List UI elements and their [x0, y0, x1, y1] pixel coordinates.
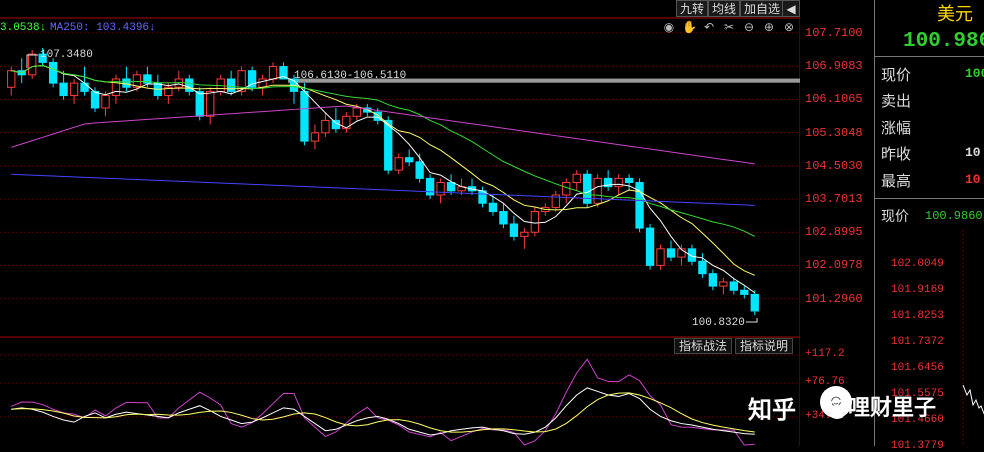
zoom-out-icon[interactable]: ⊖ — [742, 20, 756, 34]
candle-body — [499, 211, 508, 225]
candle-body — [645, 227, 655, 266]
candle-body — [436, 182, 445, 196]
candle-body — [394, 157, 403, 171]
candle-body — [509, 223, 519, 237]
mini-price-value: 100.9860 — [925, 209, 983, 223]
candlestick-chart[interactable]: 107.3480 106.6130-106.5110 100.8320 — [0, 0, 800, 446]
indicator-strategy-button[interactable]: 指标战法 — [674, 338, 733, 354]
candle-body — [7, 70, 16, 88]
candle-body — [530, 211, 540, 233]
add-watchlist-button[interactable]: 加自选 — [740, 0, 785, 17]
candle-body — [321, 119, 330, 134]
row-label-prevclose: 昨收 — [881, 145, 912, 163]
price-axis-label: 102.0978 — [805, 258, 863, 273]
candle-body — [593, 177, 602, 204]
candle-body — [122, 78, 131, 88]
candle-body — [405, 157, 414, 163]
candle-body — [488, 202, 498, 213]
low-annotation: 100.8320 — [692, 317, 745, 329]
price-axis-label: 103.7013 — [805, 192, 863, 207]
kdj-k-line — [11, 387, 755, 436]
candle-body — [666, 248, 676, 258]
candle-body — [195, 90, 204, 117]
row-label-price: 现价 — [881, 66, 912, 84]
row-value-high: 10 — [965, 172, 981, 187]
candle-body — [614, 177, 623, 188]
row-label-change: 涨幅 — [881, 119, 912, 137]
candle-body — [310, 132, 320, 142]
candle-body — [520, 231, 529, 237]
eye-icon[interactable]: ◉ — [662, 20, 676, 34]
candle-body — [185, 78, 194, 92]
indicator-axis-label: +117.2 — [805, 348, 845, 360]
price-axis-label: 104.5030 — [805, 158, 863, 173]
watermark-site: 知乎 — [748, 396, 796, 424]
candle-body — [572, 173, 581, 184]
candle-body — [69, 82, 79, 97]
candle-body — [750, 293, 759, 312]
jiuzhuan-button[interactable]: 九转 — [676, 0, 709, 17]
range-annotation: 106.6130-106.5110 — [294, 70, 406, 82]
price-axis-label: 106.9083 — [805, 59, 863, 74]
candle-body — [206, 90, 215, 117]
row-value-prevclose: 10 — [965, 145, 981, 160]
close-icon[interactable]: ⊗ — [782, 20, 796, 34]
candle-body — [101, 95, 110, 109]
price-axis-label: 107.7100 — [805, 26, 863, 40]
candle-body — [425, 177, 435, 196]
price-axis-label: 106.1065 — [805, 92, 863, 107]
ma-line-10 — [11, 65, 755, 276]
price-axis-label: 105.3048 — [805, 125, 863, 140]
ma-button[interactable]: 均线 — [708, 0, 741, 17]
undo-icon[interactable]: ↶ — [702, 20, 716, 34]
candle-body — [446, 182, 456, 192]
ma-legend-a: 3.0538↓ — [0, 22, 47, 34]
quote-panel: 美元 100.986 现价 100 卖出 涨幅 昨收 10 最高 10 现价 1… — [874, 0, 984, 452]
ma-line-long — [11, 105, 755, 165]
divider — [875, 56, 984, 57]
scissors-icon[interactable]: ✂ — [722, 20, 736, 34]
price-axis-label: 101.2960 — [805, 291, 863, 306]
candle-body — [656, 248, 665, 266]
candle-body — [28, 53, 37, 76]
candle-body — [300, 90, 309, 142]
candle-body — [226, 78, 236, 92]
chevron-left-icon[interactable]: ◀ — [782, 0, 800, 17]
candle-body — [90, 90, 100, 109]
candle-body — [719, 281, 728, 287]
divider — [875, 198, 984, 199]
indicator-help-button[interactable]: 指标说明 — [735, 338, 794, 354]
high-annotation: 107.3480 — [40, 49, 93, 61]
candle-body — [740, 289, 749, 295]
row-value-price: 100 — [965, 66, 984, 81]
candle-body — [352, 107, 361, 117]
price-axis-label: 102.8995 — [805, 225, 863, 240]
instrument-title: 美元 — [937, 4, 973, 25]
candle-body — [80, 82, 89, 92]
current-price: 100.986 — [903, 30, 984, 53]
row-label-high: 最高 — [881, 172, 912, 190]
candle-body — [258, 78, 267, 88]
candle-body — [415, 161, 424, 179]
zoom-in-icon[interactable]: ⊕ — [762, 20, 776, 34]
low-marker — [746, 318, 758, 323]
candle-body — [59, 82, 68, 97]
watermark-author: @哩财里子 — [826, 396, 937, 421]
candle-body — [624, 177, 634, 184]
candle-body — [48, 61, 58, 84]
candle-body — [268, 66, 278, 80]
hand-icon[interactable]: ✋ — [682, 20, 697, 34]
candle-body — [698, 260, 707, 275]
ma250-legend: MA250: 103.4396↓ — [50, 22, 156, 34]
mini-price-label: 现价 — [881, 208, 909, 224]
candle-body — [729, 281, 738, 291]
candle-body — [708, 273, 718, 287]
row-label-sell: 卖出 — [881, 92, 912, 110]
candle-body — [247, 70, 257, 88]
